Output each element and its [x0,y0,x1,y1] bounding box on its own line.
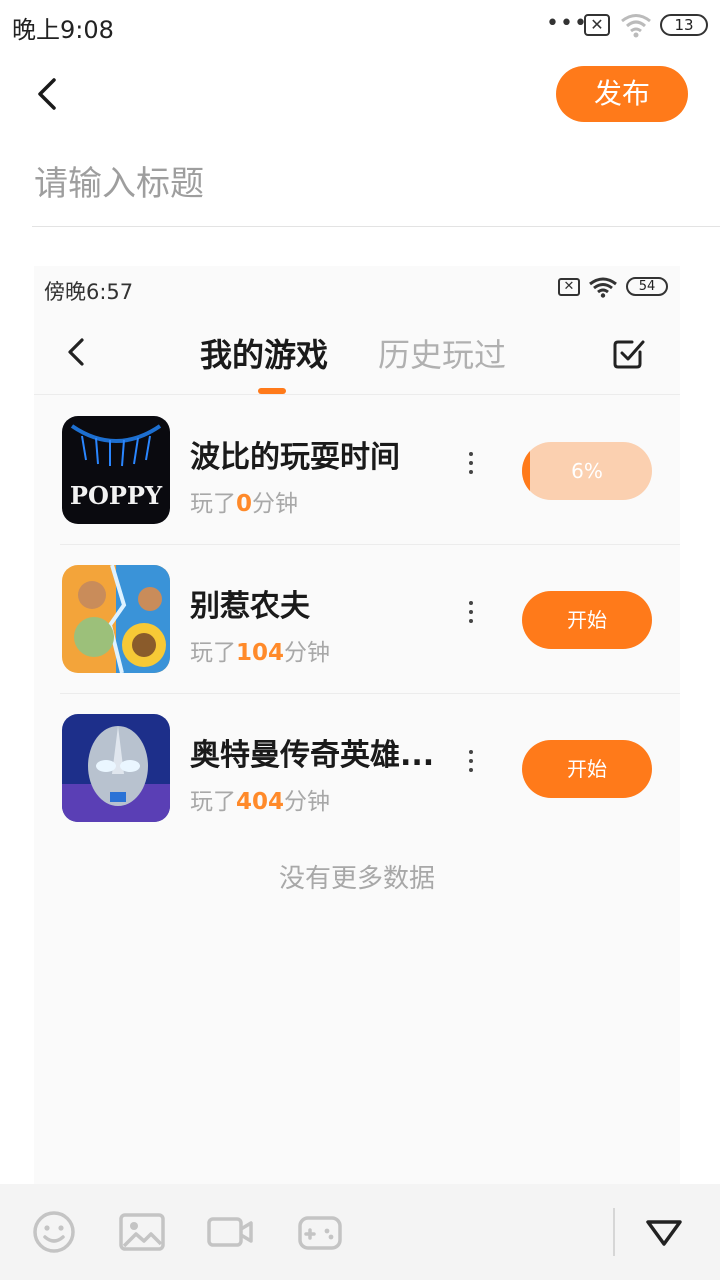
divider [32,226,720,227]
svg-text:POPPY: POPPY [70,481,163,510]
game-title: 奥特曼传奇英雄... [190,738,435,773]
wifi-icon [621,14,651,38]
emoji-icon[interactable] [30,1210,78,1254]
play-time: 玩了404分钟 [190,789,331,815]
more-vertical-icon [464,448,478,484]
status-time: 晚上9:08 [12,16,114,44]
game-row: 别惹农夫 玩了104分钟 开始 [60,545,680,693]
game-row: POPPY 波比的玩耍时间 玩了0分钟 6% [60,396,680,544]
divider [613,1208,615,1256]
attached-screenshot[interactable]: 傍晚6:57 ✕ 54 我的游戏 历史玩过 POPPY 波比的玩耍时间 玩了0分… [34,266,680,1184]
tab-history: 历史玩过 [378,336,507,374]
bottom-toolbar [0,1184,720,1280]
battery-icon: 13 [660,14,708,36]
sim-x-icon: ✕ [584,14,610,36]
more-dots-icon: ••• [546,11,588,36]
title-input[interactable] [34,156,686,212]
image-icon[interactable] [118,1210,166,1254]
back-button[interactable] [30,72,70,116]
screenshot-back-icon [68,338,84,366]
more-vertical-icon [464,597,478,633]
screenshot-battery-icon: 54 [626,277,668,296]
collapse-triangle-icon[interactable] [640,1210,688,1254]
download-progress-button: 6% [522,442,652,500]
play-time: 玩了104分钟 [190,640,331,666]
plants-vs-zombies-icon [62,565,170,673]
game-title: 别惹农夫 [190,589,310,624]
game-controller-icon[interactable] [296,1210,344,1254]
divider [34,394,680,395]
play-time: 玩了0分钟 [190,491,299,517]
game-title: 波比的玩耍时间 [190,440,400,475]
start-button: 开始 [522,591,652,649]
ultraman-icon [62,714,170,822]
status-bar: 晚上9:08 ••• ✕ 13 [0,0,720,52]
game-row: 奥特曼传奇英雄... 玩了404分钟 开始 [60,694,680,842]
screenshot-status-time: 傍晚6:57 [44,280,134,304]
publish-button[interactable]: 发布 [556,66,688,122]
end-of-list-text: 没有更多数据 [278,864,435,894]
tab-my-games: 我的游戏 [200,336,329,374]
screenshot-wifi-icon [589,277,617,298]
more-vertical-icon [464,746,478,782]
video-icon[interactable] [206,1210,254,1254]
screenshot-sim-x-icon: ✕ [558,278,580,296]
start-button: 开始 [522,740,652,798]
checkbox-edit-icon [613,340,645,369]
poppy-playtime-icon: POPPY [62,416,170,524]
